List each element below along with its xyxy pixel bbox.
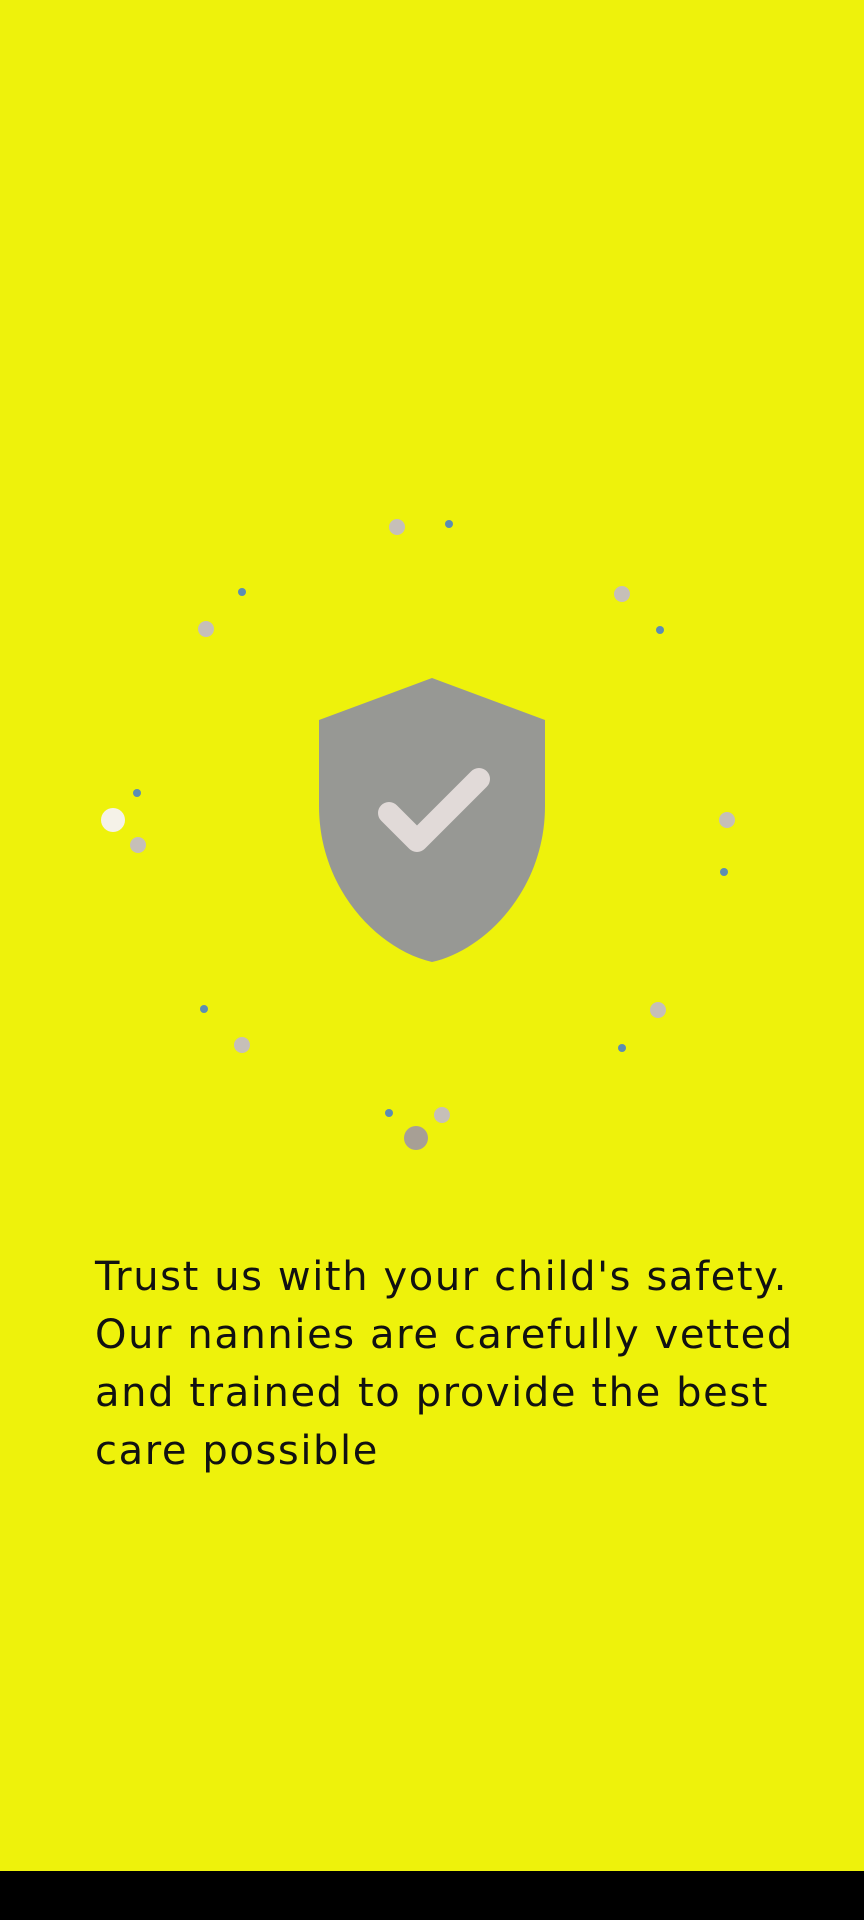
decor-dot-gray [719,812,735,828]
onboarding-screen: Trust us with your child's safety. Our n… [0,0,864,1871]
decor-dot-blue [133,789,141,797]
decor-dot-gray [614,586,630,602]
decor-dot-gray [650,1002,666,1018]
onboarding-message: Trust us with your child's safety. Our n… [95,1254,794,1474]
decor-dot-light [101,808,125,832]
decor-dot-blue [238,588,246,596]
decor-dot-gray [130,837,146,853]
decor-dot-gray [389,519,405,535]
decor-dot-blue [200,1005,208,1013]
safety-illustration [101,519,735,1150]
decor-dot-blue [656,626,664,634]
decor-dot-blue [385,1109,393,1117]
decor-dot-blue [445,520,453,528]
decor-dot-gray [198,621,214,637]
decor-dot-blue [618,1044,626,1052]
decor-dot-gray [234,1037,250,1053]
decor-dot-blue [720,868,728,876]
system-navigation-bar [0,1871,864,1920]
decor-dot-gray [434,1107,450,1123]
decor-dot-dark [404,1126,428,1150]
shield-check-icon [319,678,545,962]
